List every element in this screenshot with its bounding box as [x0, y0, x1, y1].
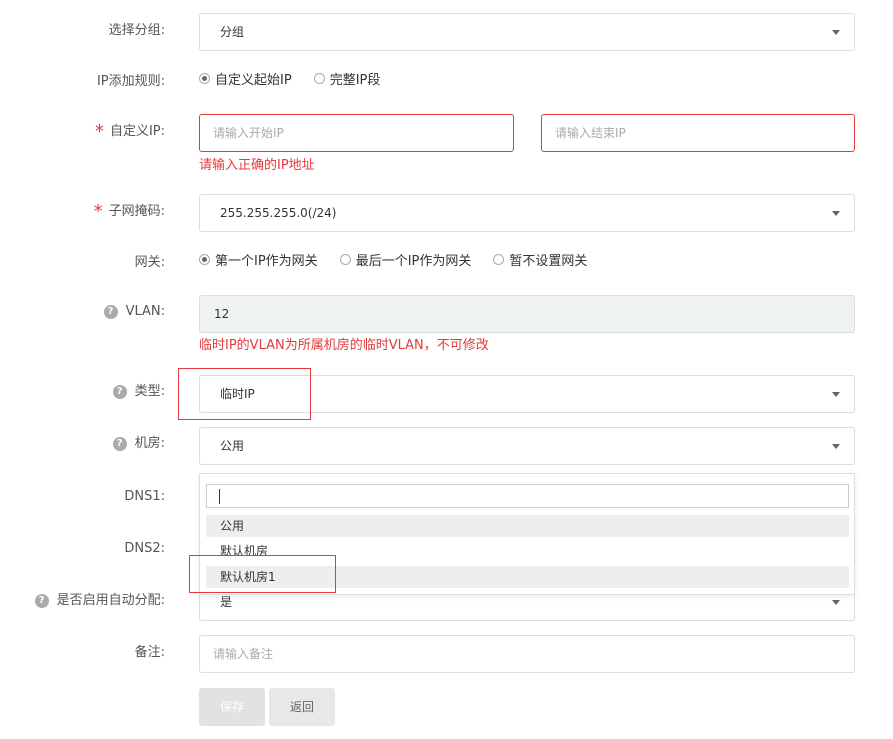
radio-checked-icon [199, 253, 210, 265]
room-dropdown-search[interactable] [206, 484, 849, 508]
start-ip-input[interactable] [200, 115, 513, 151]
group-select[interactable]: 分组 [199, 13, 855, 51]
dns1-label: DNS1: [124, 489, 165, 504]
ip-rule-option-custom[interactable]: 自定义起始IP [199, 69, 292, 88]
start-ip-field[interactable] [199, 114, 514, 152]
ip-rule-label: IP添加规则: [96, 74, 165, 89]
radio-unchecked-icon [339, 253, 351, 265]
end-ip-field[interactable] [541, 114, 855, 152]
ip-rule-option-label: 完整IP段 [329, 72, 381, 88]
help-icon[interactable]: ? [103, 305, 118, 319]
auto-assign-label: ? 是否启用自动分配: [34, 591, 165, 611]
room-label: ? 机房: [112, 434, 165, 454]
subnet-mask-value: 255.255.255.0(/24) [220, 206, 337, 220]
required-asterisk: * [93, 201, 103, 222]
room-value: 公用 [220, 439, 245, 453]
chevron-down-icon [832, 600, 840, 605]
vlan-value: 12 [214, 307, 230, 321]
gateway-option-label: 暂不设置网关 [509, 253, 588, 269]
chevron-down-icon [832, 30, 840, 35]
end-ip-input[interactable] [542, 115, 854, 151]
help-icon[interactable]: ? [34, 594, 49, 608]
dns2-label: DNS2: [124, 541, 165, 556]
group-select-value: 分组 [220, 25, 245, 39]
room-select[interactable]: 公用 [199, 427, 855, 465]
vlan-field: 12 [199, 295, 855, 333]
type-label: ? 类型: [112, 382, 165, 402]
room-label-text: 机房: [134, 436, 165, 451]
gateway-option-none[interactable]: 暂不设置网关 [493, 250, 587, 269]
radio-unchecked-icon [493, 253, 505, 265]
subnet-mask-select[interactable]: 255.255.255.0(/24) [199, 194, 855, 232]
gateway-option-last[interactable]: 最后一个IP作为网关 [339, 250, 472, 269]
vlan-label: ? VLAN: [103, 302, 165, 322]
save-button[interactable]: 保存 [199, 688, 265, 726]
radio-checked-icon [199, 72, 210, 84]
custom-ip-label: * 自定义IP: [95, 120, 165, 142]
gateway-option-label: 第一个IP作为网关 [215, 253, 318, 269]
chevron-down-icon [832, 392, 840, 397]
room-option-highlight-annotation [189, 555, 336, 593]
help-icon[interactable]: ? [112, 437, 127, 451]
ip-error-message: 请输入正确的IP地址 [199, 158, 315, 173]
remark-field[interactable] [199, 635, 855, 673]
help-icon[interactable]: ? [112, 385, 127, 399]
custom-ip-label-text: 自定义IP: [109, 124, 165, 139]
gateway-label: 网关: [134, 255, 165, 270]
type-highlight-annotation [178, 368, 311, 420]
ip-rule-option-label: 自定义起始IP [215, 72, 292, 88]
remark-input[interactable] [200, 636, 854, 672]
subnet-mask-label: * 子网掩码: [94, 200, 165, 222]
vlan-label-text: VLAN: [125, 304, 165, 319]
chevron-down-icon [832, 444, 840, 449]
gateway-option-label: 最后一个IP作为网关 [355, 253, 472, 269]
subnet-mask-label-text: 子网掩码: [108, 204, 165, 219]
vlan-note: 临时IP的VLAN为所属机房的临时VLAN，不可修改 [199, 338, 489, 353]
group-label: 选择分组: [108, 23, 165, 38]
gateway-option-first[interactable]: 第一个IP作为网关 [199, 250, 318, 269]
text-cursor [219, 489, 220, 504]
gateway-radio-group: 第一个IP作为网关 最后一个IP作为网关 暂不设置网关 [199, 249, 609, 269]
remark-label: 备注: [134, 645, 165, 660]
ip-rule-radio-group: 自定义起始IP 完整IP段 [199, 68, 402, 88]
room-option-public[interactable]: 公用 [206, 515, 849, 537]
ip-rule-option-full[interactable]: 完整IP段 [313, 69, 381, 88]
auto-assign-label-text: 是否启用自动分配: [56, 593, 165, 608]
back-button[interactable]: 返回 [269, 688, 335, 726]
type-label-text: 类型: [134, 384, 165, 399]
required-asterisk: * [94, 121, 104, 142]
radio-unchecked-icon [313, 72, 325, 84]
chevron-down-icon [832, 211, 840, 216]
